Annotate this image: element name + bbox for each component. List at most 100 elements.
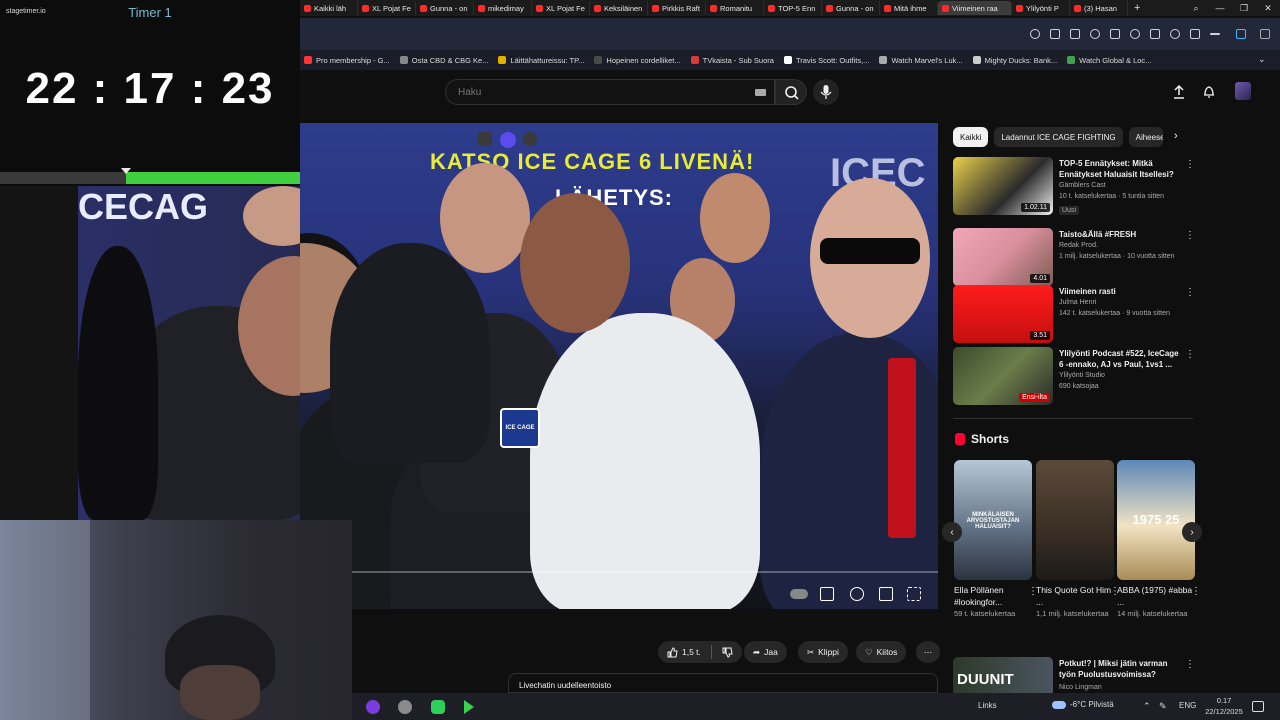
play-icon[interactable] (464, 700, 474, 714)
channel-name: Nico Lingman (1059, 684, 1102, 691)
bookmarks-overflow-icon[interactable]: ⌄ (1258, 54, 1266, 65)
more-options-icon[interactable]: ⋮ (1185, 349, 1195, 360)
bookmark-item[interactable]: Hopeinen cordelliket... (594, 56, 681, 65)
settings-icon[interactable] (850, 587, 864, 601)
downloads-icon[interactable] (1190, 29, 1200, 39)
browser-tab[interactable]: mikedimay (474, 1, 532, 15)
search-input[interactable] (456, 86, 736, 99)
shorts-next-button[interactable]: › (1182, 522, 1202, 542)
recommendation-item[interactable]: 3.51 Viimeinen rasti Julma Henri 142 t. kat… (953, 285, 1195, 343)
browser-tab[interactable]: Pirkkis Raft (648, 1, 706, 15)
more-actions-button[interactable]: ⋯ (916, 641, 940, 663)
taskbar: Links -6°C Pilvistä ⌃ ✎ ENG 0.17 22/12/2… (352, 693, 1280, 720)
thumbs-down-icon[interactable] (722, 647, 733, 658)
pen-icon[interactable]: ✎ (1159, 701, 1167, 712)
filter-chip[interactable]: Ladannut ICE CAGE FIGHTING (994, 127, 1123, 147)
fullscreen-icon[interactable] (907, 587, 921, 601)
miniplayer-icon[interactable] (478, 132, 492, 146)
vpn-icon[interactable] (1130, 29, 1140, 39)
search-box[interactable] (445, 79, 775, 105)
shield-icon[interactable] (1090, 29, 1100, 39)
new-tab-icon[interactable]: + (1128, 2, 1146, 14)
thanks-button[interactable]: ♡ Kiitos (856, 641, 907, 663)
maximize-icon[interactable]: ❐ (1232, 0, 1256, 16)
language-indicator[interactable]: ENG (1179, 701, 1196, 710)
menu-icon[interactable] (1210, 33, 1220, 35)
home-icon[interactable] (1070, 29, 1080, 39)
send-icon[interactable] (1150, 29, 1160, 39)
like-button[interactable]: 1,5 t. (658, 641, 742, 663)
more-options-icon[interactable]: ⋮ (1185, 159, 1195, 170)
chevron-right-icon[interactable]: › (1174, 130, 1178, 142)
browser-tab[interactable]: TOP-5 Enn (764, 1, 822, 15)
discord-icon[interactable] (366, 700, 380, 714)
steam-icon[interactable] (398, 700, 412, 714)
ai-assist-icon[interactable] (500, 132, 516, 148)
short-item[interactable]: 1975 25 ABBA (1975) #abba ... 14 milj. kat… (1117, 460, 1201, 619)
more-options-icon[interactable]: ⋮ (1185, 230, 1195, 241)
browser-tab[interactable]: Romanitu (706, 1, 764, 15)
video-thumbnail: Ensi-ilta (953, 347, 1053, 405)
recommendation-item[interactable]: 1.02.11 TOP-5 Ennätykset: Mitkä Ennätykse… (953, 157, 1195, 215)
edit-icon[interactable] (1050, 29, 1060, 39)
browser-tab[interactable]: (3) Hasan (1070, 1, 1128, 15)
weather-widget[interactable]: -6°C Pilvistä (1052, 700, 1114, 709)
zoom-icon[interactable] (1030, 29, 1040, 39)
browser-tab[interactable]: Mitä ihme (880, 1, 938, 15)
share-button[interactable]: ➦ Jaa (744, 641, 787, 663)
minimize-icon[interactable]: — (1208, 0, 1232, 16)
shorts-prev-button[interactable]: ‹ (942, 522, 962, 542)
browser-tab[interactable]: Gunna - on (416, 1, 474, 15)
browser-tab[interactable]: Keksiläinen (590, 1, 648, 15)
notification-center-icon[interactable] (1252, 701, 1264, 712)
short-item[interactable]: MINKÄLAISEN ARVOSTUSTAJAN HALUAISIT? Ella… (954, 460, 1038, 619)
filter-chip[interactable]: Aiheeseen liittyvät (1128, 127, 1163, 147)
extension-icon[interactable] (1110, 29, 1120, 39)
bookmark-item[interactable]: TVkaista - Sub Suora (690, 56, 774, 65)
bookmark-item[interactable]: Mighty Ducks: Bank... (972, 56, 1057, 65)
tab-manager-icon[interactable] (1236, 29, 1246, 39)
notifications-icon[interactable] (1202, 84, 1216, 100)
subtitles-icon[interactable] (820, 587, 834, 601)
bookmark-item[interactable]: Läittähattureissu: TP... (498, 56, 584, 65)
browser-tab[interactable]: Gunna - on (822, 1, 880, 15)
browser-tab[interactable]: XL Pojat Fe (532, 1, 590, 15)
search-tabs-icon[interactable]: ⌕ (1184, 0, 1208, 16)
spotify-icon[interactable] (431, 700, 445, 714)
links-toolbar[interactable]: Links (978, 701, 997, 710)
bookmark-item[interactable]: Watch Global & Loc... (1067, 56, 1151, 65)
recommendation-item[interactable]: 4.01 Taisto&Ällä #FRESH Redak Prod. 1 milj.… (953, 228, 1195, 286)
recommendation-item[interactable]: DUUNIT Potkut!? | Miksi jätin varman työ… (953, 657, 1195, 697)
heart-icon[interactable] (1170, 29, 1180, 39)
short-item[interactable]: This Quote Got Him ... 1,1 milj. katseluk… (1036, 460, 1120, 619)
more-options-icon[interactable]: ⋮ (1185, 287, 1195, 298)
search-button[interactable] (775, 79, 807, 105)
recommendation-item[interactable]: Ensi-ilta Ylilyönti Podcast #522, IceCage… (953, 347, 1195, 405)
video-player[interactable]: KATSO ICE CAGE 6 LIVENÄ! LÄHETYS: ICEC I… (300, 123, 938, 609)
progress-bar[interactable] (300, 571, 938, 573)
theater-mode-icon[interactable] (879, 587, 893, 601)
upload-icon[interactable] (1172, 84, 1186, 100)
tray-chevron-icon[interactable]: ⌃ (1143, 701, 1151, 712)
bookmark-item[interactable]: Osta CBD & CBG Ke... (399, 56, 488, 65)
browser-tab[interactable]: Kaikki läh (300, 1, 358, 15)
close-icon[interactable]: ✕ (1256, 0, 1280, 16)
bookmark-item[interactable]: Travis Scott: Outfits,... (783, 56, 869, 65)
filter-chip[interactable]: Kaikki (953, 127, 989, 147)
browser-tab[interactable]: XL Pojat Fe (358, 1, 416, 15)
avatar[interactable] (1235, 82, 1251, 100)
browser-tab[interactable]: Viimeinen raa (938, 1, 1012, 15)
autoplay-toggle[interactable] (790, 589, 808, 599)
clip-button[interactable]: ✂ Klippi (798, 641, 848, 663)
bookmark-item[interactable]: Pro membership - G... (304, 56, 390, 65)
record-icon[interactable] (523, 132, 537, 146)
browser-tab[interactable]: Ylilyönti P (1012, 1, 1070, 15)
chat-replay-bar[interactable]: Livechatin uudelleentoisto (508, 673, 938, 693)
keyboard-icon[interactable] (755, 89, 766, 96)
settings-icon[interactable] (1260, 29, 1270, 39)
more-options-icon[interactable]: ⋮ (1191, 586, 1201, 597)
more-options-icon[interactable]: ⋮ (1185, 659, 1195, 670)
bookmark-item[interactable]: Watch Marvel's Luk... (879, 56, 963, 65)
voice-search-button[interactable] (813, 79, 839, 105)
system-clock[interactable]: 0.17 22/12/2025 (1201, 695, 1247, 717)
